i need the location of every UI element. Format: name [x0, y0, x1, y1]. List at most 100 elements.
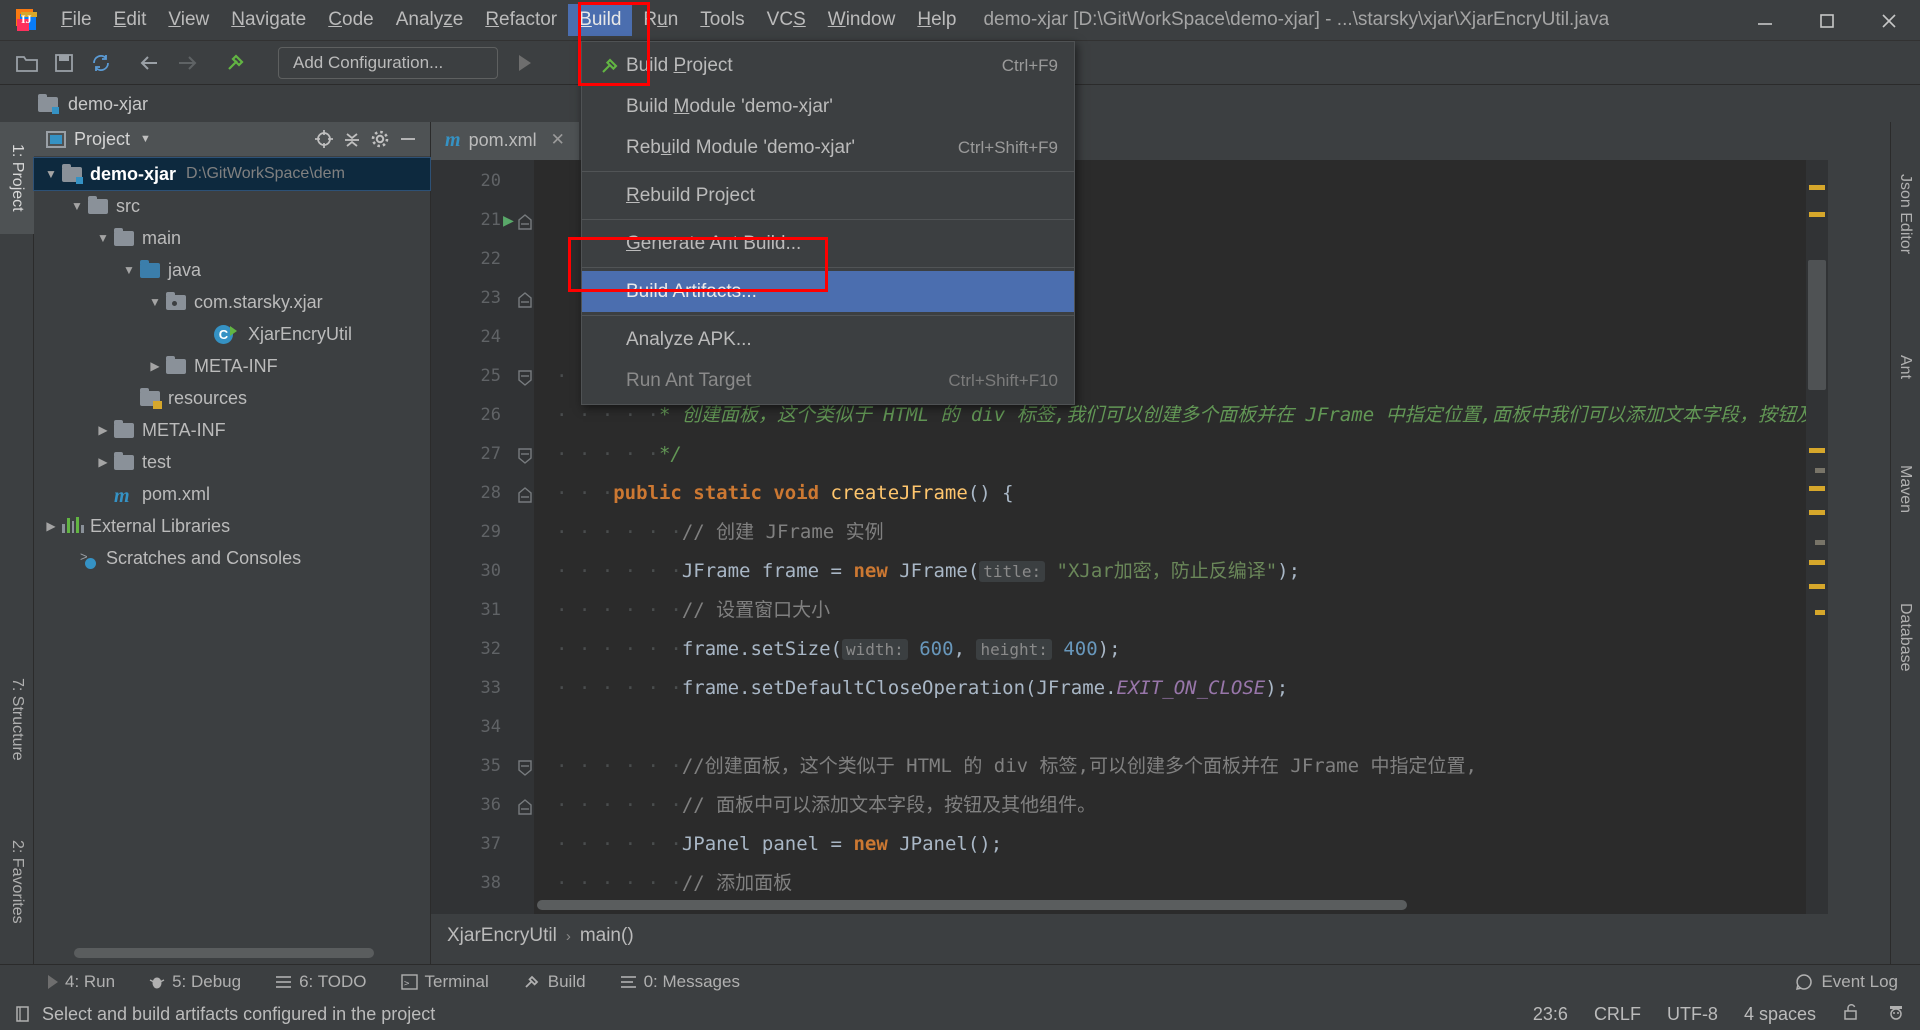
run-gutter-icon[interactable]: ▶: [503, 201, 514, 240]
open-folder-icon[interactable]: [10, 46, 44, 80]
menu-item-build-module[interactable]: Build Module 'demo-xjar': [582, 86, 1074, 127]
file-encoding[interactable]: UTF-8: [1667, 1004, 1718, 1025]
menu-run[interactable]: Run: [632, 4, 689, 36]
editor-horizontal-scrollbar[interactable]: [537, 900, 1407, 910]
tool-button-terminal[interactable]: > Terminal: [400, 972, 489, 992]
tree-item-external-libraries[interactable]: ▶ External Libraries: [34, 510, 430, 542]
fold-end-icon[interactable]: [517, 747, 533, 786]
menu-navigate[interactable]: Navigate: [220, 4, 317, 36]
menu-item-rebuild-project[interactable]: Rebuild Project: [582, 175, 1074, 216]
build-hammer-icon[interactable]: [219, 46, 253, 80]
close-icon[interactable]: [1858, 0, 1920, 41]
sidebar-item-structure[interactable]: 7: Structure: [0, 652, 34, 787]
tree-item-xjarencryutil[interactable]: C XjarEncryUtil: [34, 318, 430, 350]
menu-help[interactable]: Help: [906, 4, 967, 36]
run-configuration-selector[interactable]: Add Configuration...: [278, 46, 498, 79]
sidebar-item-database[interactable]: Database: [1890, 562, 1920, 712]
menu-item-rebuild-module[interactable]: Rebuild Module 'demo-xjar' Ctrl+Shift+F9: [582, 127, 1074, 168]
code-line[interactable]: · · ·public static void createJFrame() {: [556, 474, 1014, 513]
arrow-forward-icon[interactable]: [170, 46, 204, 80]
tool-button-run[interactable]: 4: Run: [48, 972, 115, 992]
editor-marker-column[interactable]: [1806, 160, 1828, 914]
caret-position[interactable]: 23:6: [1533, 1004, 1568, 1025]
tree-item-java[interactable]: ▼ java: [34, 254, 430, 286]
menu-edit[interactable]: Edit: [103, 4, 158, 36]
menu-window[interactable]: Window: [817, 4, 907, 36]
line-separator[interactable]: CRLF: [1594, 1004, 1641, 1025]
menu-refactor[interactable]: Refactor: [474, 4, 568, 36]
menu-item-generate-ant-build[interactable]: Generate Ant Build...: [582, 223, 1074, 264]
fold-collapse-icon[interactable]: [517, 201, 533, 240]
tree-item-test[interactable]: ▶ test: [34, 446, 430, 478]
tool-button-todo[interactable]: 6: TODO: [275, 972, 367, 992]
code-line[interactable]: · · · · · ·JFrame frame = new JFrame(tit…: [556, 552, 1300, 591]
code-line[interactable]: · · · · · ·// 创建 JFrame 实例: [556, 513, 884, 552]
tree-item-meta-inf-outer[interactable]: ▶ META-INF: [34, 414, 430, 446]
fold-collapse-icon[interactable]: [517, 279, 533, 318]
locate-icon[interactable]: [310, 125, 338, 153]
chevron-down-icon[interactable]: ▼: [68, 199, 86, 213]
tree-item-pom-xml[interactable]: m pom.xml: [34, 478, 430, 510]
code-line[interactable]: · · · · ·*/: [556, 435, 682, 474]
collapse-all-icon[interactable]: [338, 125, 366, 153]
fold-end-icon[interactable]: [517, 435, 533, 474]
menu-tools[interactable]: Tools: [689, 4, 755, 36]
close-icon[interactable]: ✕: [551, 130, 565, 150]
sidebar-item-ant[interactable]: Ant: [1890, 317, 1920, 417]
chevron-down-icon[interactable]: ▼: [94, 231, 112, 245]
menu-build[interactable]: Build: [568, 4, 633, 36]
menu-vcs[interactable]: VCS: [756, 4, 817, 36]
fold-end-icon[interactable]: [517, 357, 533, 396]
menu-view[interactable]: View: [157, 4, 220, 36]
sidebar-item-favorites[interactable]: 2: Favorites: [0, 812, 34, 952]
menu-item-run-ant-target[interactable]: Run Ant Target Ctrl+Shift+F10: [582, 360, 1074, 401]
tree-item-resources[interactable]: resources: [34, 382, 430, 414]
save-icon[interactable]: [47, 46, 81, 80]
maximize-icon[interactable]: [1796, 0, 1858, 41]
code-line[interactable]: · · · · · ·// 设置窗口大小: [556, 591, 830, 630]
project-panel-horizontal-scrollbar[interactable]: [74, 948, 374, 958]
chevron-down-icon[interactable]: ▼: [120, 263, 138, 277]
sync-icon[interactable]: [84, 46, 118, 80]
tool-button-build[interactable]: Build: [523, 972, 586, 992]
breadcrumb-method[interactable]: main(): [580, 925, 634, 947]
code-line[interactable]: · · · · · ·//创建面板，这个类似于 HTML 的 div 标签,可以…: [556, 747, 1477, 786]
tool-button-debug[interactable]: 5: Debug: [149, 972, 241, 992]
indent-setting[interactable]: 4 spaces: [1744, 1004, 1816, 1025]
editor-gutter[interactable]: 20 21 ▶ 22 23 24 25 26 27 28 29 30 31 32 33 34 35 36 37 38: [431, 160, 534, 914]
menu-file[interactable]: File: [50, 4, 103, 36]
tree-item-main[interactable]: ▼ main: [34, 222, 430, 254]
tab-pom-xml[interactable]: m pom.xml ✕: [431, 122, 579, 160]
menu-analyze[interactable]: Analyze: [385, 4, 475, 36]
tree-item-demo-xjar[interactable]: ▼ demo-xjar D:\GitWorkSpace\dem: [33, 157, 431, 191]
tree-item-meta-inf-inner[interactable]: ▶ META-INF: [34, 350, 430, 382]
menu-item-build-project[interactable]: Build Project Ctrl+F9: [582, 45, 1074, 86]
tree-item-scratches-and-consoles[interactable]: >_ Scratches and Consoles: [34, 542, 430, 574]
code-line[interactable]: · · · · · ·frame.setDefaultCloseOperatio…: [556, 669, 1288, 708]
inspector-icon[interactable]: [1886, 1003, 1906, 1026]
unlock-icon[interactable]: [1842, 1003, 1860, 1026]
code-line[interactable]: · · · · · ·// 添加面板: [556, 864, 792, 903]
chevron-down-icon[interactable]: ▼: [146, 295, 164, 309]
chevron-right-icon[interactable]: ▶: [146, 359, 164, 373]
sidebar-item-project[interactable]: 1: Project: [0, 122, 34, 234]
breadcrumb-class[interactable]: XjarEncryUtil: [447, 925, 557, 947]
sidebar-item-maven[interactable]: Maven: [1890, 427, 1920, 552]
chevron-down-icon[interactable]: ▼: [140, 133, 151, 145]
tree-item-package-com-starsky-xjar[interactable]: ▼ com.starsky.xjar: [34, 286, 430, 318]
sidebar-item-json-editor[interactable]: Json Editor: [1890, 132, 1920, 297]
code-line[interactable]: · · · · · ·frame.setSize(width: 600, hei…: [556, 630, 1121, 669]
chevron-right-icon[interactable]: ▶: [42, 519, 60, 533]
chevron-right-icon[interactable]: ▶: [94, 423, 112, 437]
chevron-down-icon[interactable]: ▼: [42, 167, 60, 181]
event-log-button[interactable]: Event Log: [1795, 972, 1898, 992]
fold-collapse-icon[interactable]: [517, 474, 533, 513]
code-line[interactable]: · · · · · ·// 面板中可以添加文本字段，按钮及其他组件。: [556, 786, 1096, 825]
gear-icon[interactable]: [366, 125, 394, 153]
menu-item-build-artifacts[interactable]: Build Artifacts...: [582, 271, 1074, 312]
run-icon[interactable]: [508, 46, 542, 80]
tool-button-messages[interactable]: 0: Messages: [620, 972, 740, 992]
arrow-back-icon[interactable]: [133, 46, 167, 80]
hide-tool-window-icon[interactable]: [394, 125, 422, 153]
menu-item-analyze-apk[interactable]: Analyze APK...: [582, 319, 1074, 360]
